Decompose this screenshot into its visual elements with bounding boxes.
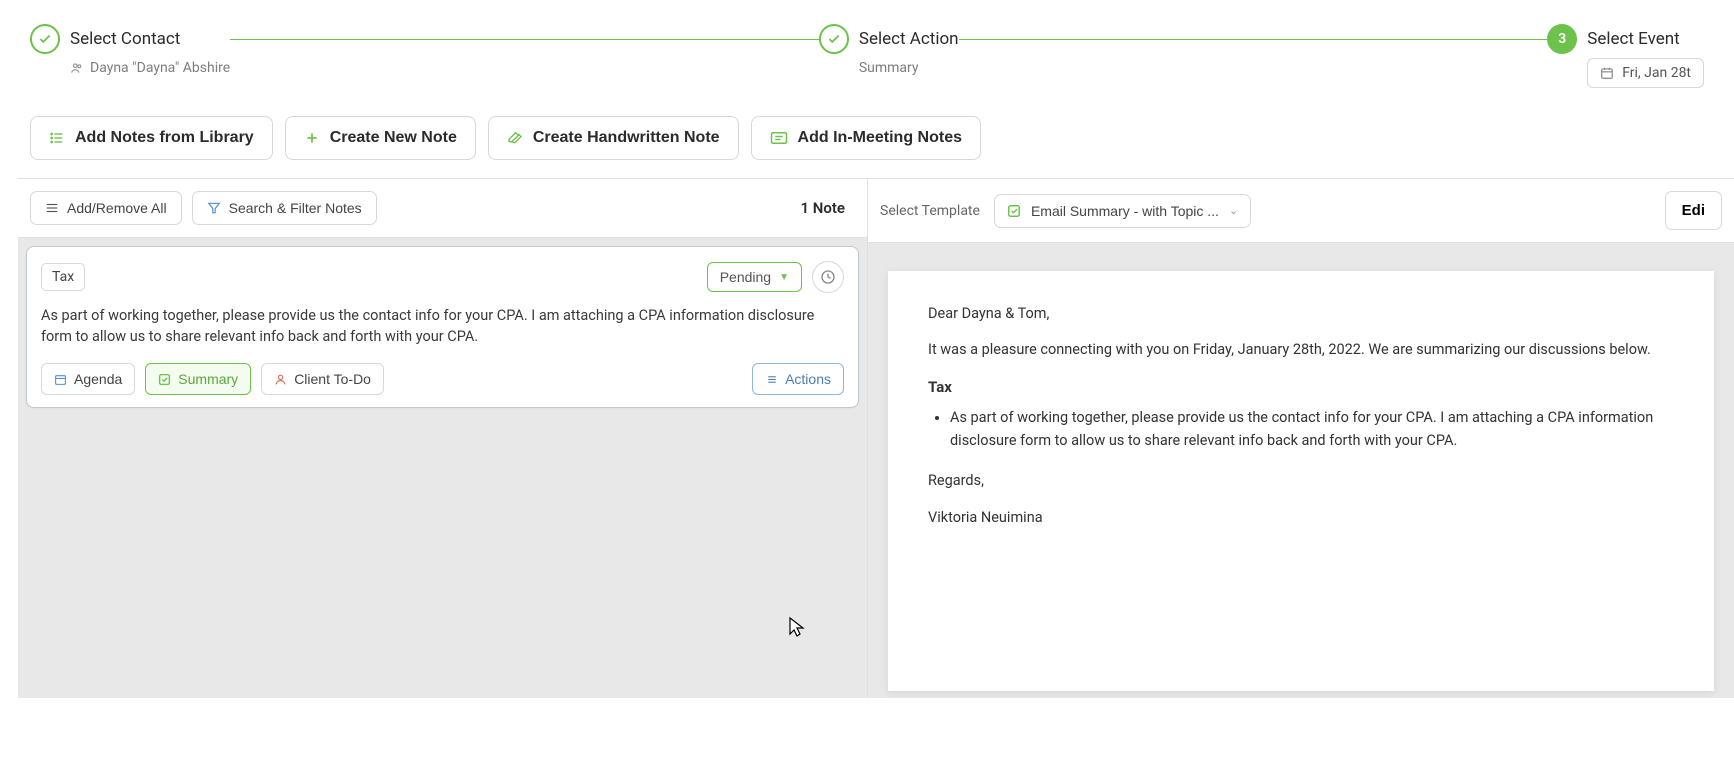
step-subtitle: Summary <box>859 60 959 76</box>
button-label: Add In-Meeting Notes <box>798 129 962 147</box>
step-number-badge: 3 <box>1547 24 1577 54</box>
step-title: Select Contact <box>70 29 180 49</box>
check-square-icon <box>158 373 171 386</box>
note-tag[interactable]: Tax <box>41 263 85 291</box>
calendar-icon <box>54 373 67 386</box>
button-label: Create Handwritten Note <box>533 129 720 147</box>
button-label: Add/Remove All <box>67 200 167 216</box>
agenda-chip[interactable]: Agenda <box>41 363 135 395</box>
plus-icon <box>304 130 320 146</box>
preview-regards: Regards, <box>928 470 1674 492</box>
clock-icon <box>820 269 836 285</box>
step-title: Select Event <box>1587 29 1679 49</box>
step-title: Select Action <box>859 29 959 49</box>
preview-section-heading: Tax <box>928 376 1674 399</box>
meeting-icon <box>770 131 788 145</box>
preview-greeting: Dear Dayna & Tom, <box>928 303 1674 325</box>
select-template-label: Select Template <box>880 203 980 219</box>
add-notes-library-button[interactable]: Add Notes from Library <box>30 116 273 160</box>
note-footer: Agenda Summary Client To-Do <box>41 363 844 395</box>
preview-bullet: As part of working together, please prov… <box>950 407 1674 452</box>
button-label: Search & Filter Notes <box>229 200 362 216</box>
step-connector <box>959 39 1548 40</box>
step-subtitle: Dayna "Dayna" Abshire <box>70 60 230 76</box>
menu-icon <box>45 201 59 215</box>
people-icon <box>70 61 84 75</box>
step-event[interactable]: 3 Select Event Fri, Jan 28t <box>1547 24 1704 88</box>
event-date-chip[interactable]: Fri, Jan 28t <box>1587 58 1704 88</box>
list-icon <box>765 373 778 386</box>
calendar-icon <box>1600 66 1614 80</box>
preview-signature: Viktoria Neuimina <box>928 507 1674 529</box>
note-header: Tax Pending ▼ <box>41 261 844 293</box>
chevron-down-icon: ▼ <box>779 272 789 283</box>
step-action[interactable]: Select Action Summary <box>819 24 959 76</box>
edit-button[interactable]: Edi <box>1665 191 1722 230</box>
create-handwritten-note-button[interactable]: Create Handwritten Note <box>488 116 739 160</box>
create-new-note-button[interactable]: Create New Note <box>285 116 476 160</box>
cursor-icon <box>788 616 806 638</box>
status-label: Pending <box>720 269 771 285</box>
preview-wrap: Dear Dayna & Tom, It was a pleasure conn… <box>868 243 1734 691</box>
chip-label: Actions <box>785 371 831 387</box>
note-actions-button[interactable]: Actions <box>752 363 844 395</box>
filter-icon <box>207 201 221 215</box>
check-icon <box>819 24 849 54</box>
email-preview: Dear Dayna & Tom, It was a pleasure conn… <box>888 271 1714 691</box>
note-card[interactable]: Tax Pending ▼ As part of working togethe… <box>26 246 859 408</box>
history-button[interactable] <box>812 261 844 293</box>
button-label: Add Notes from Library <box>75 129 254 147</box>
add-in-meeting-notes-button[interactable]: Add In-Meeting Notes <box>751 116 981 160</box>
chip-label: Agenda <box>74 371 122 387</box>
notes-filter-bar: Add/Remove All Search & Filter Notes 1 N… <box>18 178 867 238</box>
step-contact[interactable]: Select Contact Dayna "Dayna" Abshire <box>30 24 230 76</box>
chevron-down-icon: ⌄ <box>1229 204 1238 217</box>
summary-chip[interactable]: Summary <box>145 363 251 395</box>
stepper: Select Contact Dayna "Dayna" Abshire Sel… <box>0 0 1734 106</box>
template-value: Email Summary - with Topic ... <box>1031 203 1219 219</box>
chip-label: Client To-Do <box>294 371 371 387</box>
notes-list: Tax Pending ▼ As part of working togethe… <box>18 238 867 698</box>
action-buttons-row: Add Notes from Library Create New Note C… <box>0 106 1734 178</box>
step-connector <box>230 39 819 40</box>
template-dropdown[interactable]: Email Summary - with Topic ... ⌄ <box>994 194 1251 228</box>
check-icon <box>30 24 60 54</box>
preview-column: Select Template Email Summary - with Top… <box>868 178 1734 698</box>
notes-column: Add/Remove All Search & Filter Notes 1 N… <box>18 178 868 698</box>
check-square-icon <box>1007 204 1021 218</box>
chip-label: Summary <box>178 371 238 387</box>
list-icon <box>49 130 65 146</box>
preview-intro: It was a pleasure connecting with you on… <box>928 339 1674 361</box>
main-panel: Add/Remove All Search & Filter Notes 1 N… <box>0 178 1734 698</box>
note-count: 1 Note <box>800 199 855 217</box>
add-remove-all-button[interactable]: Add/Remove All <box>30 191 182 225</box>
note-body: As part of working together, please prov… <box>41 305 844 347</box>
person-icon <box>274 373 287 386</box>
search-filter-button[interactable]: Search & Filter Notes <box>192 191 377 225</box>
client-todo-chip[interactable]: Client To-Do <box>261 363 384 395</box>
template-bar: Select Template Email Summary - with Top… <box>868 178 1734 243</box>
status-dropdown[interactable]: Pending ▼ <box>707 262 802 292</box>
button-label: Create New Note <box>330 129 457 147</box>
pen-icon <box>507 130 523 146</box>
preview-bullets: As part of working together, please prov… <box>950 407 1674 452</box>
